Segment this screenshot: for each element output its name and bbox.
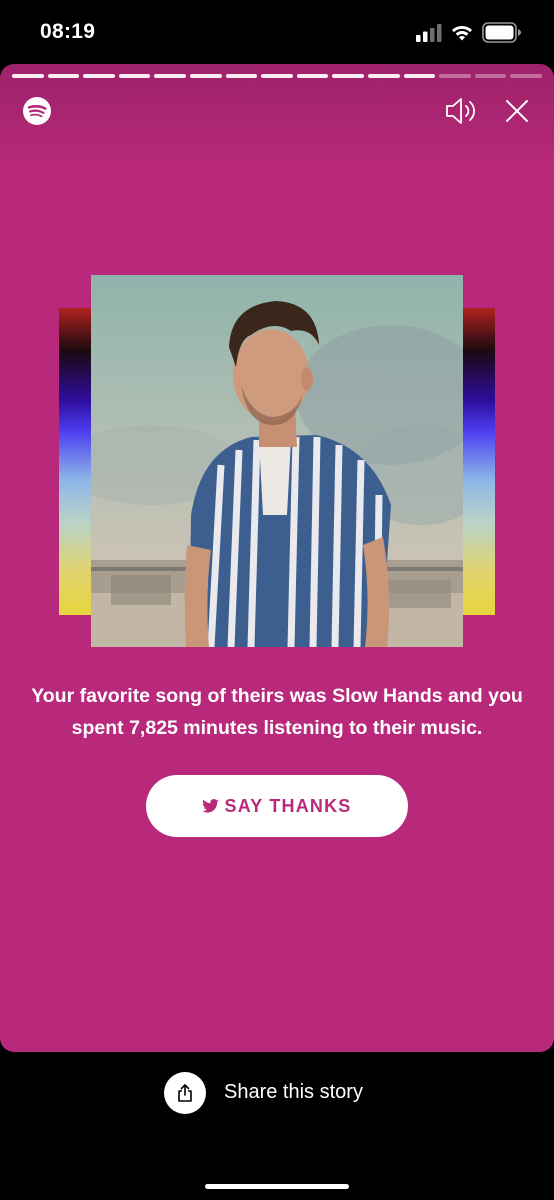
story-card[interactable]: Your favorite song of theirs was Slow Ha…	[0, 64, 554, 1052]
status-time: 08:19	[40, 20, 96, 43]
progress-segment	[403, 74, 436, 78]
message-prefix: Your favorite song of theirs was	[31, 685, 333, 707]
battery-icon	[482, 22, 521, 43]
story-message: Your favorite song of theirs was Slow Ha…	[20, 680, 534, 744]
progress-segment	[332, 74, 364, 78]
progress-segment	[47, 74, 80, 78]
progress-segment	[225, 74, 258, 78]
progress-segment	[118, 74, 151, 78]
share-story-label[interactable]: Share this story	[224, 1081, 363, 1104]
progress-segment	[261, 74, 293, 78]
decorative-gradient-stripe-right	[463, 308, 495, 615]
share-icon[interactable]	[164, 1072, 206, 1114]
progress-segment	[296, 74, 329, 78]
artist-photo	[91, 275, 463, 647]
decorative-gradient-stripe-left	[59, 308, 91, 615]
volume-icon[interactable]	[444, 96, 480, 126]
progress-segment	[510, 74, 542, 78]
progress-segment	[12, 74, 44, 78]
spotify-logo-icon	[23, 97, 51, 125]
favorite-song-title: Slow Hands	[332, 685, 443, 707]
say-thanks-button[interactable]: SAY THANKS	[146, 775, 408, 837]
progress-segment	[474, 74, 507, 78]
home-indicator	[205, 1184, 349, 1189]
progress-segment	[439, 74, 471, 78]
status-bar: 08:19	[0, 0, 554, 66]
story-progress-bar	[12, 74, 542, 78]
close-icon[interactable]	[503, 97, 531, 125]
progress-segment	[154, 74, 186, 78]
progress-segment	[189, 74, 222, 78]
wifi-icon	[452, 25, 472, 41]
share-story-row[interactable]: Share this story	[0, 1068, 554, 1118]
progress-segment	[367, 74, 400, 78]
twitter-bird-icon	[202, 799, 220, 813]
progress-segment	[83, 74, 115, 78]
say-thanks-label: SAY THANKS	[224, 795, 352, 816]
cellular-signal-icon	[416, 24, 442, 42]
